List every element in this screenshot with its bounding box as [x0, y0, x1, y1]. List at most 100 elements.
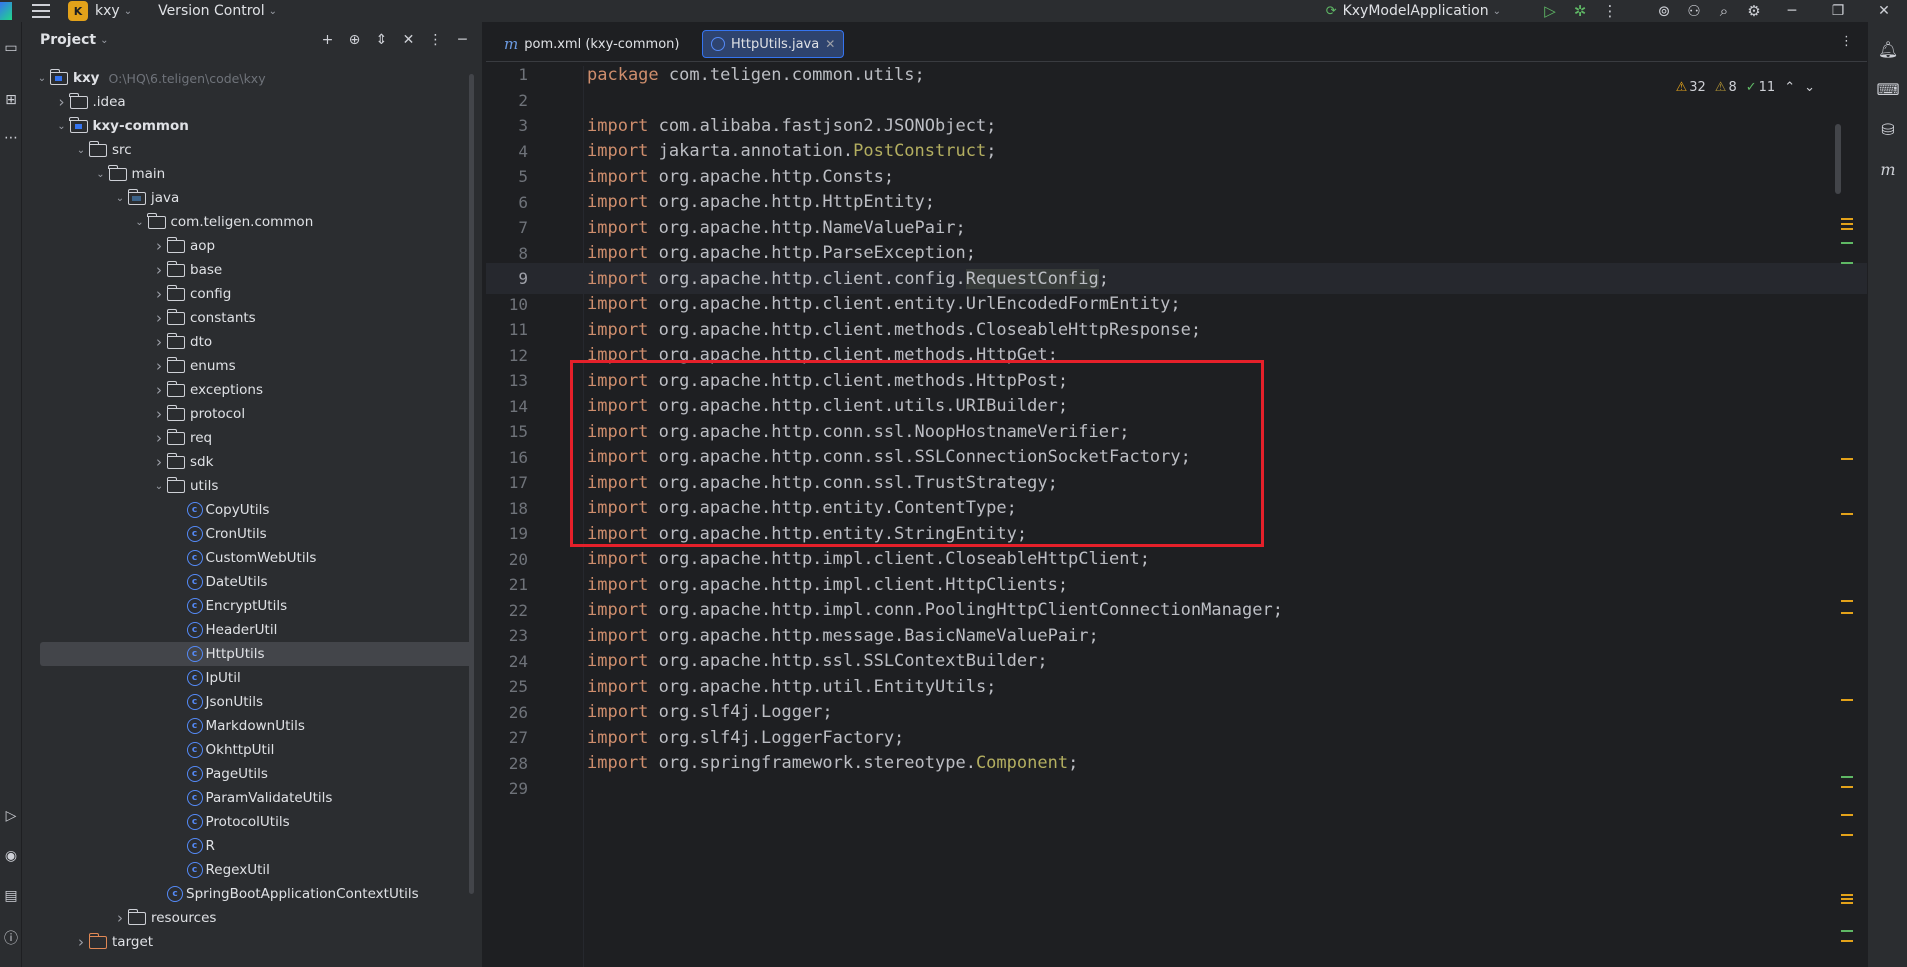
tree-item-class[interactable]: c OkhttpUtil [22, 738, 472, 762]
tree-item-folder[interactable]: › dto [22, 330, 472, 354]
warning-stripe-mark[interactable] [1841, 940, 1853, 942]
vcs-menu[interactable]: Version Control [158, 3, 265, 19]
project-badge[interactable]: K [68, 1, 88, 21]
code-line[interactable]: 29 [486, 773, 1867, 804]
tree-item-class[interactable]: c HeaderUtil [22, 618, 472, 642]
project-folder-icon[interactable]: ▭ [0, 40, 22, 56]
chevron-down-icon[interactable]: ⌄ [269, 6, 277, 17]
warning-stripe-mark[interactable] [1841, 814, 1853, 816]
project-panel-title[interactable]: Project [40, 32, 96, 48]
chevron-right-icon[interactable]: › [151, 357, 167, 375]
tree-item-folder[interactable]: › protocol [22, 402, 472, 426]
tree-item-folder[interactable]: › aop [22, 234, 472, 258]
warning-stripe-mark[interactable] [1841, 513, 1853, 515]
maven-icon[interactable]: m [1868, 160, 1907, 179]
search-icon[interactable]: ⌕ [1709, 2, 1739, 20]
project-name[interactable]: kxy [95, 3, 120, 19]
services-icon[interactable]: ◉ [0, 848, 22, 864]
tree-item-folder[interactable]: › enums [22, 354, 472, 378]
tree-item-class[interactable]: c CustomWebUtils [22, 546, 472, 570]
chevron-down-icon[interactable]: ⌄ [73, 145, 89, 156]
chevron-right-icon[interactable]: › [112, 909, 128, 927]
warning-stripe-mark[interactable] [1841, 458, 1853, 460]
tabs-more-icon[interactable]: ⋮ [1840, 34, 1853, 49]
chevron-down-icon[interactable]: ⌄ [100, 35, 108, 46]
tab-httputils-java[interactable]: HttpUtils.java ✕ [702, 30, 845, 58]
chevron-down-icon[interactable]: ⌄ [132, 217, 148, 228]
chevron-right-icon[interactable]: › [151, 429, 167, 447]
tree-item-class[interactable]: c ProtocolUtils [22, 810, 472, 834]
chevron-up-icon[interactable]: ⌃ [1784, 80, 1795, 95]
chevron-right-icon[interactable]: › [151, 309, 167, 327]
tree-item-folder[interactable]: › constants [22, 306, 472, 330]
tree-item-class[interactable]: c CronUtils [22, 522, 472, 546]
chevron-down-icon[interactable]: ⌄ [34, 73, 50, 84]
tree-item-folder[interactable]: › sdk [22, 450, 472, 474]
editor-scrollbar[interactable] [1835, 124, 1841, 194]
ai-assistant-icon[interactable]: ⊚ [1649, 2, 1679, 20]
close-tab-icon[interactable]: ✕ [825, 37, 835, 51]
tree-item-class[interactable]: c SpringBootApplicationContextUtils [22, 882, 472, 906]
warning-stripe-mark[interactable] [1841, 898, 1853, 900]
notifications-icon[interactable]: 🔔︎ [1868, 40, 1907, 59]
tree-item-class[interactable]: c ParamValidateUtils [22, 786, 472, 810]
tree-item-folder[interactable]: ⌄ utils [22, 474, 472, 498]
collapse-all-icon[interactable]: ✕ [395, 32, 422, 48]
vcs-stripe-mark[interactable] [1841, 262, 1853, 264]
run-icon[interactable]: ▷ [1535, 2, 1565, 20]
warning-stripe-mark[interactable] [1841, 612, 1853, 614]
close-window-button[interactable]: ✕ [1861, 3, 1907, 19]
chevron-down-icon[interactable]: ⌄ [93, 169, 109, 180]
tree-item-folder[interactable]: › base [22, 258, 472, 282]
structure-icon[interactable]: ⊞ [0, 92, 22, 108]
chevron-right-icon[interactable]: › [151, 405, 167, 423]
chevron-right-icon[interactable]: › [151, 237, 167, 255]
warning-stripe-mark[interactable] [1841, 699, 1853, 701]
settings-gear-icon[interactable]: ⚙ [1739, 2, 1769, 20]
problems-icon[interactable]: ⓘ [0, 928, 22, 948]
terminal-icon[interactable]: ▤ [0, 888, 22, 904]
warning-stripe-mark[interactable] [1841, 223, 1853, 225]
tree-item-folder[interactable]: ⌄ src [22, 138, 472, 162]
tree-item-folder[interactable]: ⌄ kxy-common [22, 114, 472, 138]
warning-stripe-mark[interactable] [1841, 218, 1853, 220]
tree-item-folder[interactable]: › req [22, 426, 472, 450]
tree-item-class[interactable]: c MarkdownUtils [22, 714, 472, 738]
code-editor[interactable]: 1 package com.teligen.common.utils; 2 3 impo… [486, 65, 1867, 967]
chevron-right-icon[interactable]: › [151, 381, 167, 399]
minimize-button[interactable]: ─ [1769, 3, 1815, 19]
project-scrollbar[interactable] [469, 74, 474, 894]
tab-pom-xml[interactable]: m pom.xml (kxy-common) [496, 30, 687, 58]
more-actions-icon[interactable]: ⋮ [1595, 2, 1625, 20]
tree-item-folder[interactable]: › config [22, 282, 472, 306]
tree-item-folder[interactable]: › resources [22, 906, 472, 930]
tree-item-class[interactable]: c HttpUtils [40, 642, 472, 666]
chevron-right-icon[interactable]: › [151, 453, 167, 471]
tree-item-folder[interactable]: › exceptions [22, 378, 472, 402]
vcs-stripe-mark[interactable] [1841, 242, 1853, 244]
new-file-icon[interactable]: + [314, 32, 341, 48]
chevron-down-icon[interactable]: ⌄ [1804, 80, 1815, 95]
tree-item-class[interactable]: c IpUtil [22, 666, 472, 690]
chevron-down-icon[interactable]: ⌄ [151, 481, 167, 492]
warning-stripe-mark[interactable] [1841, 228, 1853, 230]
run-tool-icon[interactable]: ▷ [0, 808, 22, 824]
vcs-stripe-mark[interactable] [1841, 930, 1853, 932]
restore-button[interactable]: ❐ [1815, 3, 1861, 19]
chevron-right-icon[interactable]: › [73, 933, 89, 951]
chevron-right-icon[interactable]: › [54, 93, 70, 111]
tree-item-folder[interactable]: ⌄ main [22, 162, 472, 186]
options-icon[interactable]: ⋮ [422, 32, 449, 48]
hide-panel-icon[interactable]: ─ [449, 32, 476, 48]
main-menu-icon[interactable] [32, 4, 50, 18]
run-config-selector[interactable]: ⟳ KxyModelApplication ⌄ [1326, 3, 1511, 19]
chevron-down-icon[interactable]: ⌄ [112, 193, 128, 204]
chevron-down-icon[interactable]: ⌄ [124, 6, 132, 17]
locate-file-icon[interactable]: ⊕ [341, 32, 368, 48]
expand-all-icon[interactable]: ⇕ [368, 32, 395, 48]
tree-item-class[interactable]: c PageUtils [22, 762, 472, 786]
tree-item-folder[interactable]: ⌄ com.teligen.common [22, 210, 472, 234]
chevron-right-icon[interactable]: › [151, 285, 167, 303]
warning-stripe-mark[interactable] [1841, 600, 1853, 602]
tree-item-class[interactable]: cR [22, 834, 472, 858]
